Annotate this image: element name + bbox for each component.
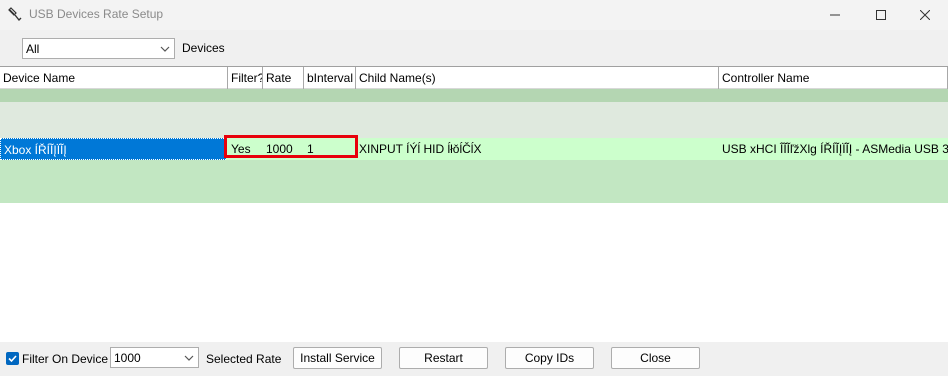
column-header-controller-name[interactable]: Controller Name <box>719 67 948 89</box>
copy-ids-button[interactable]: Copy IDs <box>505 347 594 369</box>
window-title: USB Devices Rate Setup <box>29 7 164 21</box>
device-type-select[interactable]: All <box>22 38 175 59</box>
filter-on-device-checkbox[interactable] <box>6 352 19 365</box>
restart-button[interactable]: Restart <box>399 347 488 369</box>
table-row[interactable]: Xbox ÍŘÍĨĮÏĨĮ Yes 1000 1 XINPUT ÍÝĺ HID … <box>0 138 948 160</box>
rate-select[interactable]: 1000 <box>110 347 199 368</box>
device-name-cell[interactable]: Xbox ÍŘÍĨĮÏĨĮ <box>0 138 226 160</box>
row-background <box>0 160 948 203</box>
selected-rate-label: Selected Rate <box>206 352 282 366</box>
maximize-icon <box>876 10 886 20</box>
controller-name-cell[interactable]: USB xHCI ÎĨĨľžXlg ÍŘÍĨĮÏĨĮ - ASMedia USB… <box>719 138 948 160</box>
column-header-device-name[interactable]: Device Name <box>0 67 228 89</box>
maximize-button[interactable] <box>858 0 904 30</box>
checkmark-icon <box>8 355 17 363</box>
minimize-button[interactable] <box>812 0 858 30</box>
chevron-down-icon <box>184 355 194 361</box>
devices-label: Devices <box>182 41 225 55</box>
device-table: Device Name Filter? Rate bInterval Child… <box>0 66 948 342</box>
install-service-button[interactable]: Install Service <box>293 347 382 369</box>
title-bar: USB Devices Rate Setup <box>0 0 948 30</box>
filter-on-device-label[interactable]: Filter On Device <box>22 352 108 366</box>
rate-value: 1000 <box>114 351 141 365</box>
bottom-toolbar: Filter On Device 1000 Selected Rate Inst… <box>0 342 948 376</box>
column-header-rate[interactable]: Rate <box>263 67 304 89</box>
usb-plug-icon <box>8 7 22 22</box>
chevron-down-icon <box>160 46 170 52</box>
row-background <box>0 102 948 138</box>
column-header-child-names[interactable]: Child Name(s) <box>356 67 719 89</box>
highlight-box <box>224 135 358 158</box>
minimize-icon <box>830 14 840 16</box>
device-type-value: All <box>26 42 40 56</box>
column-header-filter[interactable]: Filter? <box>228 67 263 89</box>
column-header-binterval[interactable]: bInterval <box>304 67 356 89</box>
row-background <box>0 89 948 102</box>
child-names-cell[interactable]: XINPUT ÍÝĺ HID ĺłǒĺČĺX <box>356 138 719 160</box>
close-window-button[interactable] <box>902 0 948 30</box>
table-header: Device Name Filter? Rate bInterval Child… <box>0 67 948 89</box>
filter-toolbar: All Devices <box>0 30 948 66</box>
close-button[interactable]: Close <box>611 347 700 369</box>
close-icon <box>920 10 930 20</box>
